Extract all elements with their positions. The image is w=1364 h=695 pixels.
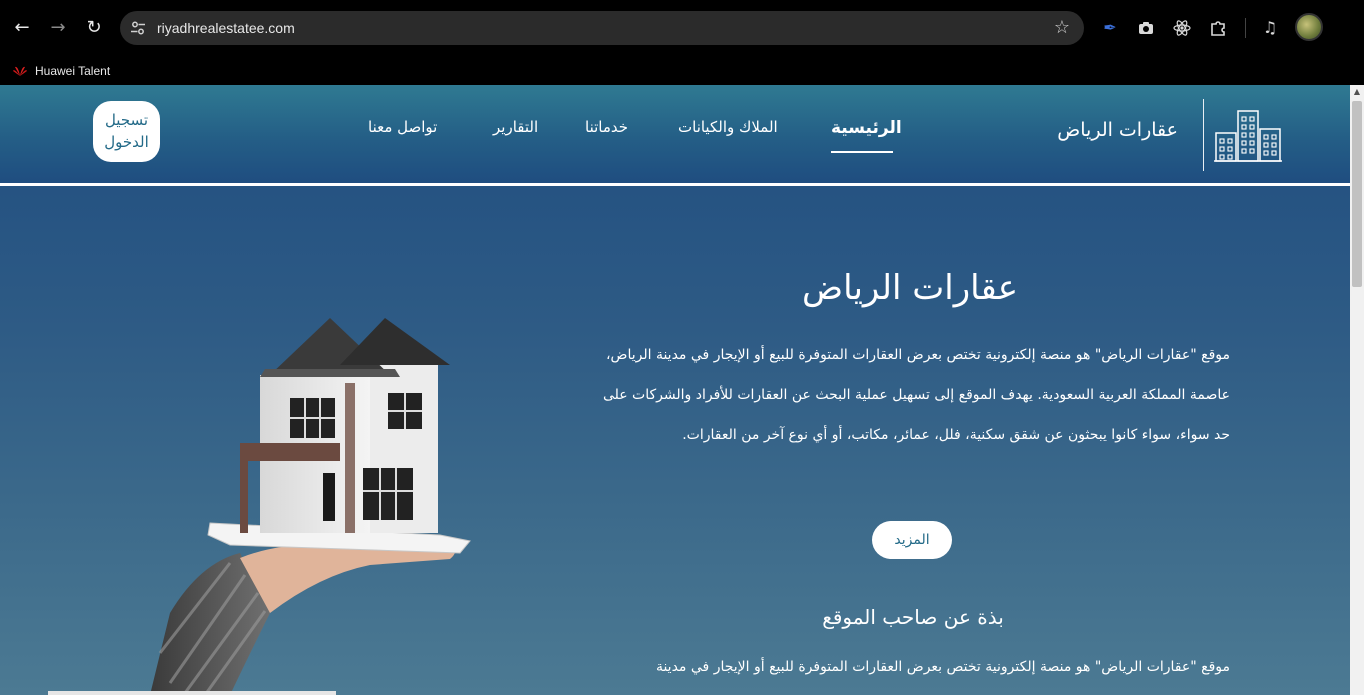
media-control-icon[interactable]: ♫ bbox=[1258, 16, 1282, 40]
horizontal-scroll-indicator bbox=[48, 691, 336, 695]
bookmarks-bar: Huawei Talent bbox=[0, 56, 1364, 85]
reload-icon[interactable]: ↻ bbox=[80, 14, 108, 42]
nav-services[interactable]: خدماتنا bbox=[585, 118, 628, 136]
buildings-logo-icon bbox=[1214, 110, 1282, 162]
bookmark-huawei-talent[interactable]: Huawei Talent bbox=[12, 56, 110, 85]
star-icon[interactable]: ☆ bbox=[1054, 11, 1070, 45]
page-viewport: عقارات الرياض الرئيسية الملاك والكيانات … bbox=[0, 85, 1350, 695]
toolbar-divider bbox=[1245, 18, 1246, 38]
about-description: موقع "عقارات الرياض" هو منصة إلكترونية ت… bbox=[655, 659, 1230, 675]
hero-title: عقارات الرياض bbox=[801, 268, 1019, 308]
nav-reports[interactable]: التقارير bbox=[493, 118, 538, 136]
camera-extension-icon[interactable] bbox=[1134, 16, 1158, 40]
scroll-up-icon[interactable]: ▲ bbox=[1350, 85, 1364, 99]
react-extension-icon[interactable] bbox=[1170, 16, 1194, 40]
pen-extension-icon[interactable]: ✒ bbox=[1098, 16, 1122, 40]
hero-description: موقع "عقارات الرياض" هو منصة إلكترونية ت… bbox=[602, 347, 1230, 443]
about-title: بذة عن صاحب الموقع bbox=[822, 605, 1004, 629]
url-text[interactable]: riyadhrealestatee.com bbox=[157, 11, 295, 45]
login-button[interactable]: تسجيل الدخول bbox=[93, 101, 160, 162]
profile-avatar[interactable] bbox=[1295, 13, 1323, 41]
brand-name[interactable]: عقارات الرياض bbox=[1057, 119, 1178, 141]
brand-divider bbox=[1203, 99, 1204, 171]
nav-home[interactable]: الرئيسية bbox=[831, 118, 902, 138]
house-in-hand-image bbox=[150, 318, 471, 695]
address-bar[interactable]: riyadhrealestatee.com ☆ bbox=[120, 11, 1084, 45]
site-header: عقارات الرياض الرئيسية الملاك والكيانات … bbox=[0, 85, 1350, 183]
bookmark-label: Huawei Talent bbox=[35, 63, 111, 78]
more-button[interactable]: المزيد bbox=[872, 521, 952, 559]
site-settings-icon[interactable] bbox=[130, 20, 146, 36]
forward-arrow-icon[interactable]: → bbox=[44, 14, 72, 42]
puzzle-extensions-icon[interactable] bbox=[1206, 16, 1230, 40]
browser-toolbar: ← → ↻ riyadhrealestatee.com ☆ ✒ ♫ bbox=[0, 0, 1364, 56]
scroll-thumb[interactable] bbox=[1352, 101, 1362, 287]
back-arrow-icon[interactable]: ← bbox=[8, 14, 36, 42]
nav-active-underline bbox=[831, 151, 893, 153]
header-separator bbox=[0, 183, 1350, 186]
huawei-logo-icon bbox=[13, 66, 27, 76]
nav-properties[interactable]: الملاك والكيانات bbox=[678, 118, 778, 136]
nav-contact[interactable]: تواصل معنا bbox=[368, 118, 437, 136]
page-scrollbar[interactable]: ▲ bbox=[1350, 85, 1364, 695]
